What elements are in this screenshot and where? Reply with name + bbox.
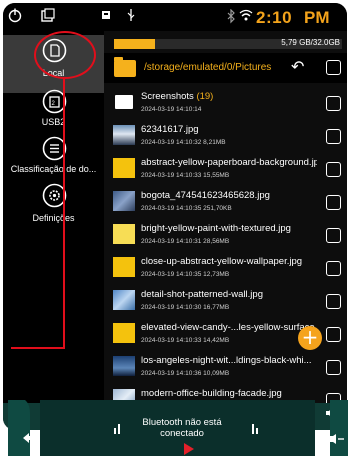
- file-meta: 2024-03-19 14:10:35 251,70KB: [141, 205, 232, 212]
- play-icon[interactable]: [183, 442, 195, 456]
- file-row[interactable]: bright-yellow-paint-with-textured.jpg 202…: [104, 219, 347, 252]
- folder-icon: [115, 95, 133, 109]
- file-name-text: detail-shot-patterned-wall.jpg: [141, 289, 263, 300]
- file-name-text: bogota_474541623465628.jpg: [141, 190, 270, 201]
- screenshot-frame: 2:10 PM Local 2 USB2 Classificação de do…: [0, 0, 362, 456]
- file-name-text: 62341617.jpg: [141, 124, 199, 135]
- folder-icon: [114, 57, 136, 77]
- file-row[interactable]: los-angeles-night-wit...ldings-black-whi…: [104, 351, 347, 384]
- file-name-text: abstract-yellow-paperboard-background.jp…: [141, 157, 317, 168]
- image-thumbnail: [113, 323, 135, 343]
- file-name: detail-shot-patterned-wall.jpg: [141, 289, 317, 300]
- signal-bars-left-icon: [114, 422, 122, 436]
- sidebar-item-settings[interactable]: Definições: [3, 181, 104, 239]
- clock-time: 2:10: [256, 8, 293, 27]
- bluetooth-status: Bluetooth não está conectado: [128, 417, 236, 439]
- bluetooth-icon: [227, 9, 235, 24]
- file-meta: 2024-03-19 14:10:14: [141, 106, 202, 113]
- display-icon: [102, 11, 110, 19]
- file-meta: 2024-03-19 14:10:30 16,77MB: [141, 304, 230, 311]
- file-browser: 5,79 GB/32.0GB /storage/emulated/0/Pictu…: [104, 31, 347, 430]
- back-icon[interactable]: [22, 432, 36, 444]
- file-checkbox[interactable]: [326, 195, 341, 210]
- file-name: bogota_474541623465628.jpg: [141, 190, 317, 201]
- image-thumbnail: [113, 290, 135, 310]
- clock-ampm: PM: [304, 8, 330, 27]
- file-row[interactable]: 62341617.jpg 2024-03-19 14:10:32 8,21MB: [104, 120, 347, 153]
- file-checkbox[interactable]: [326, 228, 341, 243]
- sidebar-item-label: Definições: [32, 213, 75, 223]
- path-row: /storage/emulated/0/Pictures ↶: [104, 53, 347, 83]
- signal-bars-right-icon: [252, 422, 260, 436]
- file-checkbox[interactable]: [326, 129, 341, 144]
- file-name-text: Screenshots: [141, 91, 194, 102]
- sidebar-item-label: Classificação de do...: [10, 164, 97, 174]
- usb-icon: [127, 9, 135, 21]
- file-name: Screenshots (19): [141, 91, 317, 102]
- image-thumbnail: [113, 257, 135, 277]
- file-name-text: los-angeles-night-wit...ldings-black-whi…: [141, 355, 312, 366]
- add-button[interactable]: +: [298, 326, 322, 350]
- file-row[interactable]: bogota_474541623465628.jpg 2024-03-19 14:…: [104, 186, 347, 219]
- file-meta: 2024-03-19 14:10:33 14,42MB: [141, 337, 230, 344]
- file-checkbox[interactable]: [326, 294, 341, 309]
- file-name-text: close-up-abstract-yellow-wallpaper.jpg: [141, 256, 303, 267]
- file-checkbox[interactable]: [326, 327, 341, 342]
- file-checkbox[interactable]: [326, 360, 341, 375]
- select-all-checkbox[interactable]: [326, 60, 341, 75]
- file-name: los-angeles-night-wit...ldings-black-whi…: [141, 355, 317, 366]
- file-name-text: modern-office-building-facade.jpg: [141, 388, 282, 399]
- file-name: close-up-abstract-yellow-wallpaper.jpg: [141, 256, 317, 267]
- bluetooth-status-line1: Bluetooth não está: [142, 417, 222, 428]
- file-meta: 2024-03-19 14:10:36 10,09MB: [141, 370, 230, 377]
- annotation-line-vertical: [63, 78, 65, 349]
- file-meta: 2024-03-19 14:10:32 8,21MB: [141, 139, 226, 146]
- sidebar-item-label: USB2: [41, 117, 66, 127]
- file-row[interactable]: close-up-abstract-yellow-wallpaper.jpg 20…: [104, 252, 347, 285]
- image-thumbnail: [113, 356, 135, 376]
- power-icon[interactable]: [7, 7, 23, 23]
- volume-down-icon[interactable]: [329, 434, 345, 444]
- file-meta: 2024-03-19 14:10:35 12,73MB: [141, 271, 230, 278]
- media-bar: Bluetooth não está conectado: [0, 400, 348, 456]
- file-name-text: elevated-view-candy-...les-yellow-surfac…: [141, 322, 317, 333]
- file-checkbox[interactable]: [326, 162, 341, 177]
- image-thumbnail: [113, 191, 135, 211]
- file-name: bright-yellow-paint-with-textured.jpg: [141, 223, 317, 234]
- file-row[interactable]: abstract-yellow-paperboard-background.jp…: [104, 153, 347, 186]
- file-meta: 2024-03-19 14:10:33 15,55MB: [141, 172, 230, 179]
- back-arrow-icon[interactable]: ↶: [291, 57, 304, 76]
- image-thumbnail: [113, 158, 135, 178]
- image-thumbnail: [113, 224, 135, 244]
- file-name: modern-office-building-facade.jpg: [141, 388, 317, 399]
- current-path: /storage/emulated/0/Pictures: [144, 62, 272, 73]
- storage-text: 5,79 GB/32.0GB: [281, 38, 340, 47]
- recent-apps-icon[interactable]: [40, 8, 55, 24]
- file-checkbox[interactable]: [326, 96, 341, 111]
- bluetooth-status-line2: conectado: [160, 428, 204, 439]
- image-thumbnail: [113, 125, 135, 145]
- file-meta: 2024-03-19 14:10:31 28,56MB: [141, 238, 230, 245]
- svg-text:2: 2: [52, 101, 56, 107]
- file-name: 62341617.jpg: [141, 124, 317, 135]
- file-name-text: bright-yellow-paint-with-textured.jpg: [141, 223, 291, 234]
- file-name: abstract-yellow-paperboard-background.jp…: [141, 157, 317, 168]
- status-bar: 2:10 PM: [3, 3, 347, 31]
- storage-bar-fill: [114, 39, 156, 49]
- file-name: elevated-view-candy-...les-yellow-surfac…: [141, 322, 317, 333]
- file-row[interactable]: Screenshots (19) 2024-03-19 14:10:14: [104, 87, 347, 120]
- file-row[interactable]: detail-shot-patterned-wall.jpg 2024-03-19…: [104, 285, 347, 318]
- file-checkbox[interactable]: [326, 261, 341, 276]
- annotation-line-horizontal: [11, 347, 65, 349]
- folder-count: (19): [196, 91, 214, 102]
- storage-bar: 5,79 GB/32.0GB: [114, 38, 342, 49]
- wifi-icon: [239, 9, 253, 21]
- annotation-circle: [34, 31, 96, 79]
